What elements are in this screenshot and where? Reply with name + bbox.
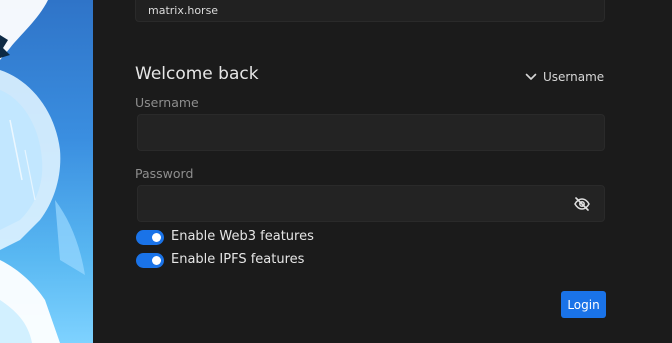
- password-field-wrapper: [137, 185, 605, 222]
- login-method-label: Username: [543, 70, 605, 84]
- toggle-knob: [152, 255, 161, 265]
- chevron-down-icon: [525, 73, 537, 80]
- login-button[interactable]: Login: [561, 291, 606, 318]
- homeserver-value: matrix.horse: [148, 4, 219, 17]
- web3-toggle-row: Enable Web3 features: [136, 229, 314, 245]
- username-field-wrapper: [137, 114, 605, 151]
- password-label: Password: [135, 166, 194, 181]
- web3-toggle-label: Enable Web3 features: [171, 229, 314, 244]
- homeserver-field[interactable]: matrix.horse: [135, 0, 605, 22]
- ipfs-toggle-row: Enable IPFS features: [136, 252, 304, 268]
- password-input[interactable]: [138, 186, 578, 221]
- eye-off-icon[interactable]: [574, 197, 590, 211]
- username-label: Username: [135, 95, 199, 110]
- ipfs-toggle[interactable]: [136, 252, 164, 268]
- background-artwork: [0, 0, 93, 343]
- page-title: Welcome back: [135, 64, 259, 84]
- login-method-dropdown[interactable]: Username: [525, 70, 604, 84]
- ipfs-toggle-label: Enable IPFS features: [171, 252, 305, 267]
- toggle-knob: [152, 232, 161, 242]
- web3-toggle[interactable]: [136, 229, 164, 245]
- username-input[interactable]: [138, 115, 578, 150]
